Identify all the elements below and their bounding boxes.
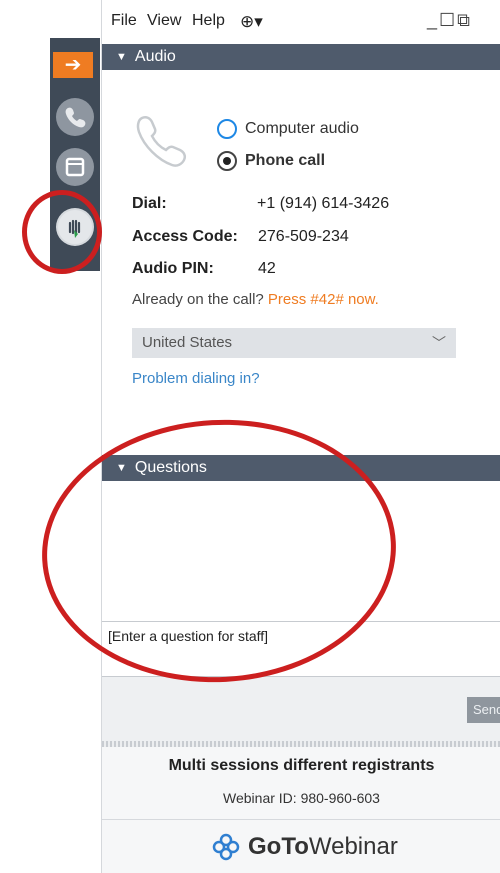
questions-section-header[interactable]: ▼ Questions — [102, 455, 500, 481]
globe-icon[interactable]: ⊕▾ — [240, 12, 263, 32]
audio-pin-value: 42 — [258, 260, 276, 277]
chevron-down-icon: ﹀ — [432, 335, 446, 351]
footer-divider — [102, 819, 500, 820]
session-footer: Multi sessions different registrants Web… — [102, 747, 500, 873]
dial-row: Dial: +1 (914) 614-3426 — [132, 195, 389, 213]
menu-view[interactable]: View — [147, 12, 181, 30]
questions-log — [102, 481, 500, 621]
computer-audio-radio[interactable] — [217, 119, 237, 139]
access-code-label: Access Code: — [132, 228, 238, 245]
send-bar: Send — [102, 677, 500, 741]
dial-label: Dial: — [132, 195, 167, 212]
window-controls[interactable]: _☐⧉ — [427, 10, 472, 31]
gotowebinar-control-panel: File View Help ⊕▾ _☐⧉ ▼ Audio Computer au… — [101, 0, 500, 873]
computer-audio-label: Computer audio — [245, 120, 359, 137]
raise-hand-icon[interactable] — [56, 208, 94, 246]
problem-dialing-link[interactable]: Problem dialing in? — [132, 370, 260, 387]
access-code-row: Access Code: 276-509-234 — [132, 228, 349, 246]
phone-icon[interactable] — [56, 98, 94, 136]
audio-section-header[interactable]: ▼ Audio — [102, 44, 500, 70]
phone-call-label: Phone call — [245, 152, 326, 169]
access-code-value: 276-509-234 — [258, 228, 349, 245]
already-label: Already on the call? — [132, 291, 264, 308]
flower-logo-icon — [212, 833, 240, 861]
gotowebinar-logo: GoTo Webinar — [212, 829, 398, 865]
audio-pin-label: Audio PIN: — [132, 260, 214, 277]
questions-header-label: Questions — [134, 459, 207, 476]
phone-call-radio[interactable] — [217, 151, 237, 171]
collapse-caret-icon: ▼ — [116, 462, 127, 474]
computer-audio-option[interactable]: Computer audio — [217, 119, 359, 139]
press-instruction: Press #42# now. — [267, 291, 379, 308]
question-input[interactable]: [Enter a question for staff] — [102, 621, 500, 677]
already-on-call-text: Already on the call? Press #42# now. — [132, 291, 379, 308]
collapse-caret-icon: ▼ — [116, 51, 127, 63]
send-button[interactable]: Send — [467, 697, 500, 723]
webinar-id: Webinar ID: 980-960-603 — [223, 790, 380, 806]
menu-file[interactable]: File — [111, 12, 137, 30]
handset-icon — [136, 115, 187, 167]
arrow-right-icon[interactable]: ➔ — [53, 52, 93, 78]
menu-bar: File View Help ⊕▾ _☐⧉ — [102, 0, 500, 44]
brand-goto: GoTo — [248, 833, 309, 860]
audio-header-label: Audio — [134, 48, 176, 65]
dial-number: +1 (914) 614-3426 — [257, 195, 390, 212]
menu-help[interactable]: Help — [192, 12, 225, 30]
country-value: United States — [142, 334, 233, 351]
phone-call-option[interactable]: Phone call — [217, 151, 325, 171]
brand-webinar: Webinar — [308, 833, 398, 860]
country-select[interactable]: United States ﹀ — [132, 328, 456, 358]
session-title: Multi sessions different registrants — [168, 757, 435, 774]
screen-icon[interactable] — [56, 148, 94, 186]
audio-pin-row: Audio PIN: 42 — [132, 260, 276, 278]
